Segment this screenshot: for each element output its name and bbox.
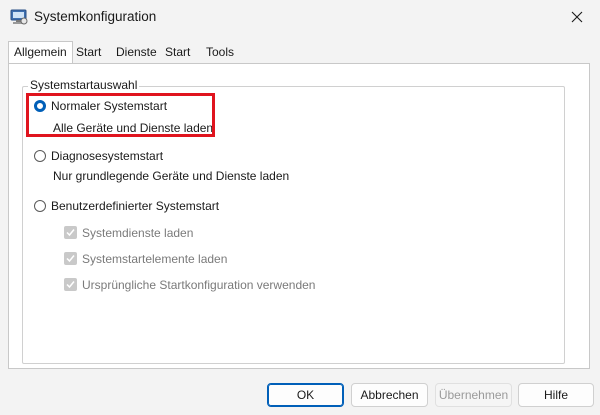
window-title: Systemkonfiguration	[34, 9, 157, 24]
tab-dienste[interactable]: Dienste	[111, 42, 162, 62]
tab-start-2[interactable]: Start	[160, 42, 195, 62]
load-system-services-checkbox[interactable]	[64, 226, 77, 239]
title-bar: Systemkonfiguration	[0, 0, 600, 36]
diagnostic-startup-radio[interactable]	[34, 150, 46, 162]
help-button[interactable]: Hilfe	[518, 383, 594, 407]
apply-button[interactable]: Übernehmen	[435, 383, 512, 407]
load-startup-items-checkbox[interactable]	[64, 252, 77, 265]
tab-tools[interactable]: Tools	[201, 42, 239, 62]
load-system-services-label: Systemdienste laden	[82, 226, 194, 240]
highlight-box	[26, 93, 215, 137]
custom-startup-label[interactable]: Benutzerdefinierter Systemstart	[51, 199, 219, 213]
custom-startup-radio[interactable]	[34, 200, 46, 212]
use-original-boot-config-label: Ursprüngliche Startkonfiguration verwend…	[82, 278, 316, 292]
tab-allgemein[interactable]: Allgemein	[8, 41, 73, 63]
checkmark-icon	[66, 255, 75, 263]
system-config-icon	[10, 9, 28, 25]
use-original-boot-config-checkbox[interactable]	[64, 278, 77, 291]
ok-button[interactable]: OK	[267, 383, 344, 407]
diagnostic-startup-desc: Nur grundlegende Geräte und Dienste lade…	[53, 169, 290, 183]
load-startup-items-label: Systemstartelemente laden	[82, 252, 228, 266]
cancel-button[interactable]: Abbrechen	[351, 383, 428, 407]
group-legend: Systemstartauswahl	[28, 78, 140, 92]
tab-start[interactable]: Start	[71, 42, 106, 62]
checkmark-icon	[66, 229, 75, 237]
close-button[interactable]	[554, 0, 600, 34]
close-icon	[571, 11, 583, 23]
checkmark-icon	[66, 281, 75, 289]
diagnostic-startup-label[interactable]: Diagnosesystemstart	[51, 149, 163, 163]
